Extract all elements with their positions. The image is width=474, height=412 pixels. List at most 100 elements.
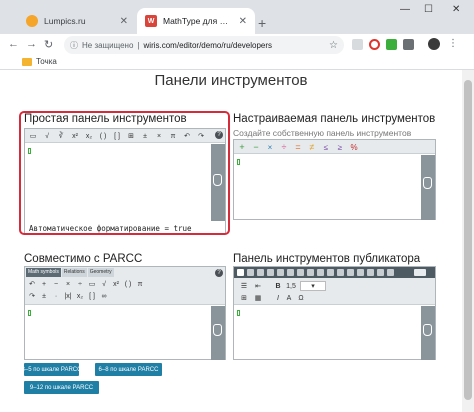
greater-equal-button[interactable]: ≥ (334, 142, 346, 152)
plus-minus-icon[interactable]: ± (39, 291, 49, 301)
publisher-tab[interactable] (317, 269, 324, 276)
close-panel-icon[interactable] (414, 269, 426, 276)
align-icon[interactable]: ☰ (237, 281, 251, 291)
puzzle-icon[interactable] (403, 39, 414, 50)
help-icon[interactable]: ? (215, 269, 223, 277)
key-icon[interactable] (352, 39, 363, 50)
bold-icon[interactable]: B (274, 281, 282, 291)
parcc-edit-area[interactable] (25, 306, 225, 360)
opera-icon[interactable] (369, 39, 380, 50)
minus-icon[interactable]: − (51, 279, 61, 289)
close-window-button[interactable]: ✕ (452, 4, 460, 15)
undo-icon[interactable]: ↶ (27, 279, 37, 289)
plus-button[interactable]: + (236, 142, 248, 152)
root-icon[interactable]: √ (99, 279, 109, 289)
fraction-icon[interactable]: ▭ (87, 279, 97, 289)
symbol-icon[interactable]: Ω (296, 293, 306, 303)
close-tab-icon[interactable]: ✕ (120, 16, 128, 27)
hand-icon[interactable] (423, 324, 432, 336)
publisher-tab[interactable] (277, 269, 284, 276)
publisher-tab[interactable] (307, 269, 314, 276)
font-size-value[interactable]: 1,5 (284, 281, 298, 291)
close-tab-icon[interactable]: ✕ (239, 16, 247, 27)
publisher-tab[interactable] (297, 269, 304, 276)
wiris-favicon-icon: W (145, 15, 157, 27)
brackets-icon[interactable]: [ ] (87, 291, 97, 301)
info-icon[interactable]: ⓘ (70, 40, 78, 51)
publisher-tab[interactable] (257, 269, 264, 276)
tab-geometry[interactable]: Geometry (87, 268, 114, 277)
publisher-tab[interactable] (247, 269, 254, 276)
divide-icon[interactable]: ÷ (75, 279, 85, 289)
profile-avatar[interactable] (428, 38, 440, 50)
table-icon[interactable]: ▦ (253, 293, 263, 303)
dot-icon[interactable]: · (51, 291, 61, 301)
bookmark-item[interactable]: Точка (22, 57, 57, 66)
handwriting-panel[interactable] (211, 306, 225, 360)
publisher-tab[interactable] (267, 269, 274, 276)
times-icon[interactable]: × (63, 279, 73, 289)
publisher-editor[interactable]: ☰ ⇤ ⊞ ▦ B 1,5 ▾ I A Ω (233, 266, 436, 360)
abs-icon[interactable]: |x| (63, 291, 73, 301)
scrollbar-thumb[interactable] (464, 80, 472, 400)
matrix-icon[interactable]: ⊞ (237, 293, 251, 303)
tab-relations[interactable]: Relations (61, 268, 87, 277)
equals-button[interactable]: = (292, 142, 304, 152)
browser-menu-icon[interactable]: ⋮ (448, 38, 458, 49)
back-arrow-icon[interactable]: ← (8, 38, 19, 50)
new-tab-button[interactable]: + (258, 15, 266, 31)
hand-icon[interactable] (213, 324, 222, 336)
publisher-edit-area[interactable] (234, 306, 435, 360)
publisher-tab[interactable] (357, 269, 364, 276)
handwriting-panel[interactable] (421, 155, 435, 220)
parcc-3-5-button[interactable]: 3–5 по шкале PARCC (22, 363, 81, 376)
not-equal-button[interactable]: ≠ (306, 142, 318, 152)
publisher-tab[interactable] (347, 269, 354, 276)
minimize-button[interactable]: — (400, 4, 410, 15)
publisher-tab[interactable] (327, 269, 334, 276)
times-button[interactable]: × (264, 142, 276, 152)
browser-tab-lumpics[interactable]: Lumpics.ru ✕ (18, 8, 136, 34)
minus-button[interactable]: − (250, 142, 262, 152)
divide-button[interactable]: ÷ (278, 142, 290, 152)
publisher-tab[interactable] (237, 269, 244, 276)
pi-icon[interactable]: π (135, 279, 145, 289)
url-text: wiris.com/editor/demo/ru/developers (143, 40, 273, 50)
handwriting-panel[interactable] (421, 306, 435, 360)
publisher-tab[interactable] (287, 269, 294, 276)
browser-tab-mathtype[interactable]: W MathType для разработчиков ( ✕ (137, 8, 255, 34)
percent-button[interactable]: % (348, 142, 360, 152)
publisher-tab[interactable] (387, 269, 394, 276)
address-bar[interactable]: ⓘ Не защищено | wiris.com/editor/demo/ru… (64, 36, 344, 54)
browser-toolbar: ← → ↻ ⓘ Не защищено | wiris.com/editor/d… (0, 34, 474, 56)
hand-icon[interactable] (423, 177, 432, 189)
infinity-icon[interactable]: ∞ (99, 291, 109, 301)
extension-check-icon[interactable] (386, 39, 397, 50)
custom-toolbar-title: Настраиваемая панель инструментов (233, 113, 436, 125)
custom-edit-area[interactable] (234, 155, 435, 220)
custom-editor[interactable]: + − × ÷ = ≠ ≤ ≥ % (233, 139, 436, 220)
publisher-tab[interactable] (367, 269, 374, 276)
font-select[interactable]: ▾ (300, 281, 326, 291)
color-icon[interactable]: A (284, 293, 294, 303)
publisher-tab[interactable] (377, 269, 384, 276)
caret-icon (237, 159, 240, 165)
tab-math-symbols[interactable]: Math symbols (26, 268, 61, 277)
subscript-icon[interactable]: x₂ (75, 291, 85, 301)
maximize-button[interactable]: ☐ (424, 4, 433, 15)
bookmark-star-icon[interactable]: ☆ (329, 40, 338, 51)
publisher-tab[interactable] (337, 269, 344, 276)
parcc-editor[interactable]: Math symbols Relations Geometry ↶ + − × … (24, 266, 226, 360)
plus-icon[interactable]: + (39, 279, 49, 289)
redo-icon[interactable]: ↷ (27, 291, 37, 301)
superscript-icon[interactable]: x² (111, 279, 121, 289)
less-equal-button[interactable]: ≤ (320, 142, 332, 152)
italic-icon[interactable]: I (274, 293, 282, 303)
parcc-6-8-button[interactable]: 6–8 по шкале PARCC (95, 363, 162, 376)
parcc-9-12-button[interactable]: 9–12 по шкале PARCC (24, 381, 99, 394)
forward-arrow-icon[interactable]: → (26, 38, 37, 50)
left-align-icon[interactable]: ⇤ (253, 281, 263, 291)
lumpics-favicon-icon (26, 15, 38, 27)
reload-icon[interactable]: ↻ (44, 38, 53, 51)
parentheses-icon[interactable]: ( ) (123, 279, 133, 289)
